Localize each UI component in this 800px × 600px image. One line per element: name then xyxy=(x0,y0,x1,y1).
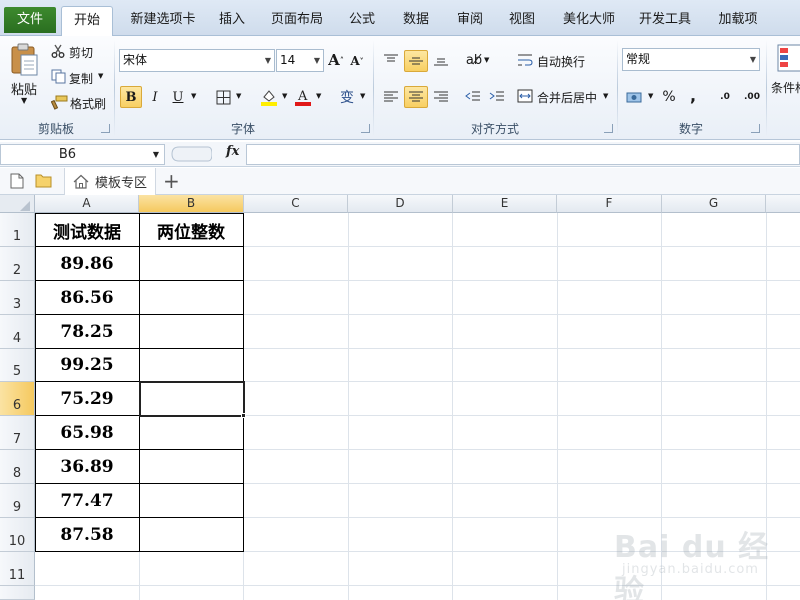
formula-controls: fx xyxy=(168,144,244,165)
formula-bar-handle-icon[interactable] xyxy=(168,145,212,163)
merge-dropdown-icon[interactable]: ▼ xyxy=(603,92,608,100)
decrease-indent-icon[interactable] xyxy=(462,86,484,108)
tab-new-tab[interactable]: 新建选项卡 xyxy=(122,6,204,36)
watermark-subtext: jingyan.baidu.com xyxy=(622,562,759,577)
clipboard-launcher-icon[interactable] xyxy=(101,124,110,133)
fill-handle[interactable] xyxy=(241,413,246,418)
merge-center-button[interactable]: 合并后居中 xyxy=(537,89,597,106)
font-name-select[interactable]: 宋体 ▼ xyxy=(119,49,275,72)
number-group-label: 数字 xyxy=(678,122,703,136)
orientation-icon[interactable]: ab̸ xyxy=(462,50,486,70)
grow-font-icon[interactable]: A ˄ xyxy=(326,50,346,70)
align-bottom-icon[interactable] xyxy=(430,50,452,70)
name-box[interactable]: B6 ▼ xyxy=(0,144,165,165)
spreadsheet-grid: A B C D E F G 1 2 3 4 5 6 7 8 9 10 11 测试… xyxy=(0,195,800,600)
increase-indent-icon[interactable] xyxy=(486,86,508,108)
underline-dropdown-icon[interactable]: ▼ xyxy=(191,92,196,100)
conditional-formatting-icon[interactable] xyxy=(776,42,800,74)
paste-icon[interactable] xyxy=(6,42,42,78)
percent-button[interactable]: % xyxy=(658,86,680,108)
increase-decimal-button[interactable]: .0 xyxy=(714,86,736,108)
paste-dropdown-icon[interactable]: ▼ xyxy=(21,96,27,105)
borders-icon[interactable] xyxy=(213,87,233,107)
home-icon xyxy=(73,174,89,189)
comma-button[interactable]: , xyxy=(684,84,702,106)
fill-color-icon[interactable] xyxy=(258,86,280,108)
tab-home[interactable]: 开始 xyxy=(61,6,113,37)
underline-button[interactable]: U xyxy=(168,86,188,108)
open-folder-icon[interactable] xyxy=(35,173,52,191)
baidu-watermark: Bai du 经验 jingyan.baidu.com xyxy=(614,512,794,600)
borders-dropdown-icon[interactable]: ▼ xyxy=(236,92,241,100)
insert-function-icon[interactable]: fx xyxy=(226,144,239,159)
copy-dropdown-icon[interactable]: ▼ xyxy=(98,72,103,80)
group-separator xyxy=(766,40,767,136)
template-zone-label: 模板专区 xyxy=(95,176,148,191)
align-top-icon[interactable] xyxy=(380,50,402,70)
format-painter-button[interactable]: 格式刷 xyxy=(70,95,106,112)
add-tab-button[interactable]: + xyxy=(163,169,180,193)
tab-page-layout[interactable]: 页面布局 xyxy=(264,6,330,36)
formula-input[interactable] xyxy=(246,144,800,165)
scissors-icon[interactable] xyxy=(50,43,66,59)
orientation-dropdown-icon[interactable]: ▼ xyxy=(484,56,489,64)
wrap-text-button[interactable]: 自动换行 xyxy=(537,53,585,70)
svg-text:A: A xyxy=(297,89,308,104)
tab-view[interactable]: 视图 xyxy=(500,6,544,36)
font-color-icon[interactable]: A xyxy=(292,86,314,108)
wrap-text-icon[interactable] xyxy=(516,51,534,69)
number-format-select[interactable]: 常规 ▼ xyxy=(622,48,760,71)
group-separator xyxy=(617,40,618,136)
document-tab-bar: 模板专区 + xyxy=(0,168,800,195)
fill-color-dropdown-icon[interactable]: ▼ xyxy=(282,92,287,100)
phonetic-icon[interactable]: 变 xyxy=(336,86,358,108)
cut-button[interactable]: 剪切 xyxy=(69,44,93,61)
excel-window: 文件 开始 新建选项卡 插入 页面布局 公式 数据 审阅 视图 美化大师 开发工… xyxy=(0,0,800,600)
tab-data[interactable]: 数据 xyxy=(394,6,438,36)
font-group-label: 字体 xyxy=(230,122,255,136)
name-box-dropdown-icon[interactable]: ▼ xyxy=(153,145,159,164)
copy-icon[interactable] xyxy=(50,68,66,84)
tab-insert[interactable]: 插入 xyxy=(210,6,254,36)
merge-center-icon[interactable] xyxy=(516,87,534,105)
font-launcher-icon[interactable] xyxy=(361,124,370,133)
watermark-text: Bai du 经验 xyxy=(614,530,770,600)
italic-button[interactable]: I xyxy=(145,86,165,108)
phonetic-dropdown-icon[interactable]: ▼ xyxy=(360,92,365,100)
copy-button[interactable]: 复制 xyxy=(69,70,93,87)
currency-dropdown-icon[interactable]: ▼ xyxy=(648,92,653,100)
align-center-icon[interactable] xyxy=(404,86,428,108)
group-separator xyxy=(373,40,374,136)
font-color-dropdown-icon[interactable]: ▼ xyxy=(316,92,321,100)
alignment-launcher-icon[interactable] xyxy=(604,124,613,133)
group-separator xyxy=(114,40,115,136)
align-left-icon[interactable] xyxy=(380,86,402,108)
alignment-group-label: 对齐方式 xyxy=(470,122,519,136)
tab-formulas[interactable]: 公式 xyxy=(340,6,384,36)
align-middle-icon[interactable] xyxy=(404,50,428,72)
new-document-icon[interactable] xyxy=(10,173,24,192)
clipboard-group-label: 剪贴板 xyxy=(37,122,74,136)
decrease-decimal-button[interactable]: .00 xyxy=(740,86,764,108)
tab-file[interactable]: 文件 xyxy=(4,7,56,33)
currency-icon[interactable] xyxy=(624,86,646,108)
number-launcher-icon[interactable] xyxy=(751,124,760,133)
tab-beautify-master[interactable]: 美化大师 xyxy=(556,6,622,36)
bold-button[interactable]: B xyxy=(120,86,142,108)
conditional-formatting-button[interactable]: 条件格 xyxy=(771,79,800,96)
tab-add-ins[interactable]: 加载项 xyxy=(708,6,768,36)
template-zone-tab[interactable]: 模板专区 xyxy=(64,168,156,195)
font-size-select[interactable]: 14 ▼ xyxy=(276,49,324,72)
ribbon: 粘贴 ▼ 剪切 复制 ▼ 格式刷 剪贴板 宋体 ▼ 14 ▼ A ˄ A ˅ B I U… xyxy=(0,36,800,140)
ribbon-tab-bar: 文件 开始 新建选项卡 插入 页面布局 公式 数据 审阅 视图 美化大师 开发工… xyxy=(0,0,800,37)
tab-review[interactable]: 审阅 xyxy=(448,6,492,36)
tab-developer[interactable]: 开发工具 xyxy=(632,6,698,36)
formula-bar: B6 ▼ fx xyxy=(0,142,800,167)
shrink-font-icon[interactable]: A ˅ xyxy=(348,52,366,70)
align-right-icon[interactable] xyxy=(430,86,452,108)
format-painter-icon[interactable] xyxy=(50,94,68,110)
